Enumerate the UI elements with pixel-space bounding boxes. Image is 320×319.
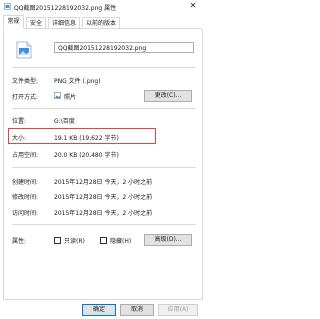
tab-security[interactable]: 安全 <box>26 17 46 28</box>
advanced-button[interactable]: 高级(D)... <box>144 234 192 246</box>
readonly-label: 只读(R) <box>64 238 85 245</box>
properties-dialog: QQ截图20151228192032.png 属性 ✕ 常规 安全 详细信息 以… <box>0 0 205 319</box>
file-type-label: 文件类型: <box>12 78 39 85</box>
image-file-icon <box>4 3 11 10</box>
divider <box>12 67 196 68</box>
created-value: 2015年12月28日 今天，2 小时之前 <box>54 179 153 186</box>
divider <box>12 224 196 225</box>
title-bar[interactable]: QQ截图20151228192032.png 属性 ✕ <box>0 0 205 13</box>
attributes-label: 属性: <box>12 238 27 245</box>
size-value: 19.1 KB (19,622 字节) <box>54 135 119 142</box>
modified-value: 2015年12月28日 今天，2 小时之前 <box>54 194 153 201</box>
photos-app-icon <box>54 92 61 99</box>
change-button[interactable]: 更改(C)... <box>144 90 192 102</box>
general-panel: QQ截图20151228192032.png 文件类型: PNG 文件 (.pn… <box>3 29 203 300</box>
tab-previous-versions[interactable]: 以前的版本 <box>82 17 120 28</box>
close-button[interactable]: ✕ <box>183 0 203 12</box>
modified-label: 修改时间: <box>12 194 39 201</box>
file-name-field[interactable]: QQ截图20151228192032.png <box>54 42 194 53</box>
apply-button[interactable]: 应用(A) <box>158 304 198 316</box>
hidden-checkbox[interactable] <box>100 237 107 244</box>
tab-details[interactable]: 详细信息 <box>48 17 80 28</box>
created-label: 创建时间: <box>12 179 39 186</box>
disk-size-label: 占用空间: <box>12 152 39 159</box>
window-title: QQ截图20151228192032.png 属性 <box>14 5 117 12</box>
tab-general[interactable]: 常规 <box>3 15 24 29</box>
size-label: 大小: <box>12 135 27 142</box>
open-with-value: 照片 <box>64 94 77 101</box>
divider <box>12 167 196 168</box>
tab-strip: 常规 安全 详细信息 以前的版本 <box>3 15 202 29</box>
file-type-value: PNG 文件 (.png) <box>54 78 101 85</box>
location-label: 位置: <box>12 118 27 125</box>
ok-button[interactable]: 确定 <box>82 304 116 316</box>
location-value: G:\百度 <box>54 118 75 125</box>
accessed-value: 2015年12月28日 今天，2 小时之前 <box>54 210 153 217</box>
disk-size-value: 20.0 KB (20,480 字节) <box>54 152 119 159</box>
readonly-checkbox[interactable] <box>54 237 61 244</box>
png-file-icon <box>16 41 32 59</box>
hidden-label: 隐藏(H) <box>110 238 132 245</box>
accessed-label: 访问时间: <box>12 210 39 217</box>
cancel-button[interactable]: 取消 <box>120 304 154 316</box>
divider <box>12 108 196 109</box>
open-with-label: 打开方式: <box>12 94 39 101</box>
